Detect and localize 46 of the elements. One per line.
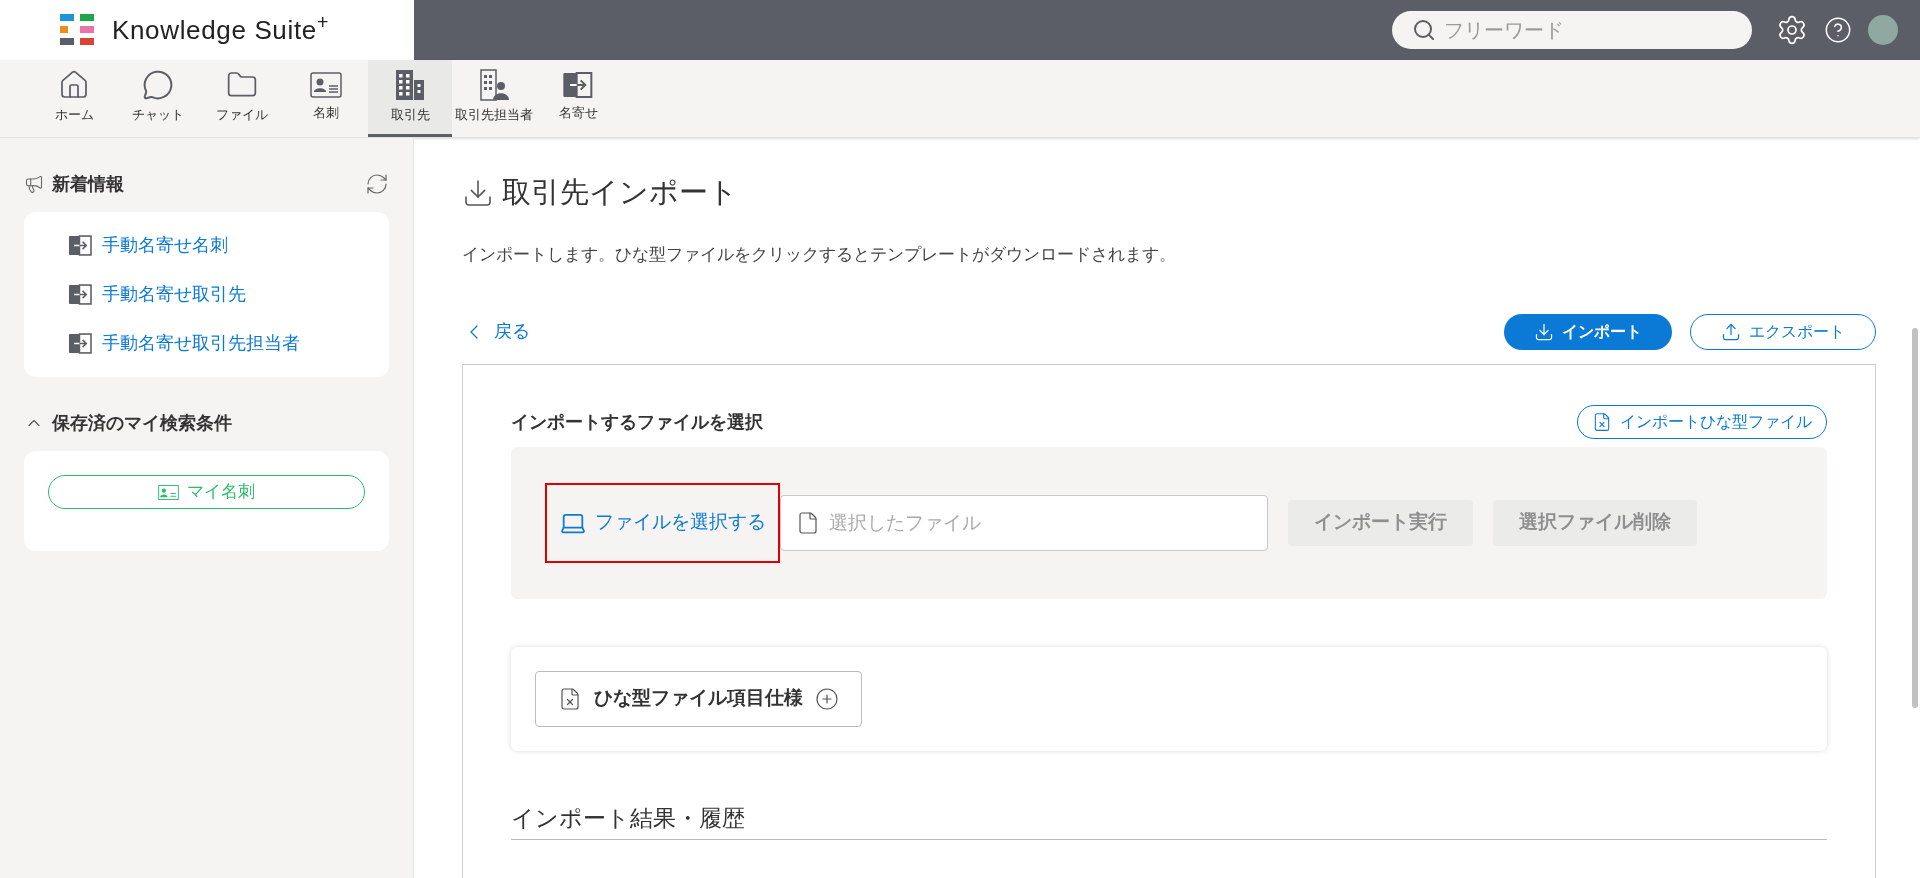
spec-button[interactable]: ひな型ファイル項目仕様	[535, 670, 862, 727]
megaphone-icon	[24, 174, 44, 194]
chat-bubble-icon	[142, 69, 174, 102]
plus-icon	[815, 686, 839, 711]
merge-icon	[562, 71, 594, 100]
nav-tab[interactable]: 名刺	[284, 60, 368, 137]
select-file-button[interactable]: ファイルを選択する	[545, 482, 780, 563]
nav-tab[interactable]: ファイル	[200, 60, 284, 137]
refresh-icon[interactable]	[365, 172, 389, 196]
section-title: 保存済のマイ検索条件	[52, 411, 232, 435]
nav-tab[interactable]: 取引先	[368, 60, 452, 137]
action-button[interactable]: インポート	[1504, 313, 1672, 350]
nav-tab[interactable]: 名寄せ	[536, 60, 620, 137]
back-link[interactable]: 戻る	[462, 318, 530, 345]
selected-file-field[interactable]: 選択したファイル	[780, 494, 1268, 551]
spreadsheet-file-icon	[1592, 411, 1612, 432]
file-icon	[796, 510, 820, 535]
page-description: インポートします。ひな型ファイルをクリックするとテンプレートがダウンロードされます。	[462, 244, 1177, 266]
avatar[interactable]	[1868, 15, 1898, 45]
nav-tab[interactable]: 取引先担当者	[452, 60, 536, 137]
download-icon	[1534, 321, 1554, 342]
logo-icon[interactable]	[60, 14, 96, 46]
building-icon	[394, 69, 426, 102]
business-card-icon	[158, 484, 179, 500]
upload-icon	[1721, 321, 1741, 342]
nav-tab[interactable]: チャット	[116, 60, 200, 137]
page-title: 取引先インポート	[502, 175, 738, 211]
section-title: 新着情報	[52, 172, 124, 196]
news-link[interactable]: 手動名寄せ取引先	[67, 281, 389, 308]
merge-icon	[67, 333, 94, 354]
news-link[interactable]: 手動名寄せ名刺	[67, 232, 389, 259]
merge-icon	[67, 235, 94, 256]
logo-text: Knowledge Suite$^{+}$	[112, 10, 329, 47]
spreadsheet-file-icon	[558, 686, 582, 711]
news-link[interactable]: 手動名寄せ取引先担当者	[67, 330, 389, 357]
nav-tab[interactable]: ホーム	[32, 60, 116, 137]
building-person-icon	[478, 69, 510, 102]
search-icon	[1412, 18, 1436, 42]
search-field[interactable]: フリーワード	[1392, 11, 1752, 49]
help-icon[interactable]	[1824, 16, 1852, 44]
merge-icon	[67, 284, 94, 305]
download-icon	[462, 177, 494, 209]
section-heading: インポートするファイルを選択	[511, 410, 763, 434]
business-card-icon	[310, 71, 342, 100]
settings-icon[interactable]	[1776, 14, 1808, 46]
history-heading: インポート結果・履歴	[511, 800, 1827, 840]
